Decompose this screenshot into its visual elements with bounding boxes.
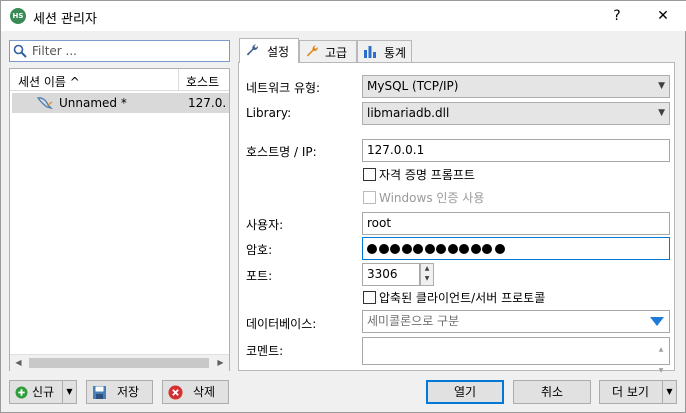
chevron-down-icon: ▼ (658, 108, 665, 118)
save-icon (93, 386, 106, 399)
network-type-select[interactable]: MySQL (TCP/IP) ▼ (362, 75, 670, 98)
chevron-down-icon: ▼ (658, 81, 665, 91)
comment-label: 코멘트: (246, 344, 284, 358)
new-button[interactable]: 신규 ▼ (9, 380, 77, 404)
text-caret (494, 243, 505, 254)
delete-button-label: 삭제 (193, 385, 216, 399)
credential-prompt-checkbox[interactable] (363, 168, 376, 181)
network-type-value: MySQL (TCP/IP) (367, 79, 459, 93)
scroll-right-icon[interactable]: ▶ (212, 355, 229, 371)
app-icon: HS (10, 8, 26, 24)
user-label: 사용자: (246, 218, 284, 232)
password-dot (436, 243, 446, 254)
password-dot (378, 243, 389, 254)
password-dot (470, 243, 481, 254)
stepper-up-icon[interactable]: ▲ (421, 264, 433, 274)
password-dot (482, 243, 492, 254)
scroll-thumb[interactable] (29, 358, 209, 368)
compressed-protocol-checkbox[interactable] (363, 291, 376, 304)
more-button[interactable]: 더 보기 ▼ (599, 380, 677, 404)
databases-placeholder: 세미콜론으로 구분 (367, 314, 460, 328)
port-label: 포트: (246, 269, 273, 283)
port-input[interactable]: 3306 (362, 263, 420, 286)
password-dot (447, 243, 458, 254)
comment-scrollbar[interactable]: ▲ ▼ (654, 339, 668, 381)
cancel-button[interactable]: 취소 (513, 380, 591, 404)
password-input[interactable] (362, 237, 670, 260)
column-divider[interactable] (178, 69, 179, 91)
new-button-label: 신규 (32, 385, 55, 399)
tree-header: 세션 이름 ^ 호스트 (10, 69, 229, 91)
library-value: libmariadb.dll (367, 106, 450, 120)
window-title: 세션 관리자 (33, 12, 97, 27)
port-stepper[interactable]: ▲ ▼ (420, 263, 434, 286)
more-button-label: 더 보기 (612, 385, 649, 399)
tab-statistics-label: 통계 (384, 46, 407, 60)
password-dot (401, 243, 412, 254)
tab-advanced-label: 고급 (325, 46, 348, 60)
databases-input[interactable]: 세미콜론으로 구분 (362, 310, 670, 333)
windows-auth-label: Windows 인증 사용 (379, 191, 485, 205)
scroll-left-icon[interactable]: ◀ (10, 355, 27, 371)
session-tree[interactable]: 세션 이름 ^ 호스트 Unnamed * 127.0. ◀ ▶ (9, 68, 230, 371)
chevron-down-icon[interactable] (650, 317, 664, 326)
stepper-down-icon[interactable]: ▼ (421, 274, 433, 284)
delete-button[interactable]: 삭제 (162, 380, 229, 404)
session-manager-window: HS 세션 관리자 ? ✕ 세션 이름 ^ 호스트 Unnamed * 127.… (0, 0, 686, 413)
password-label: 암호: (246, 243, 273, 257)
plus-circle-icon (15, 386, 28, 399)
password-dot (367, 243, 377, 254)
password-dot (413, 243, 423, 254)
library-select[interactable]: libmariadb.dll ▼ (362, 102, 670, 125)
password-dot (390, 243, 400, 254)
bar-chart-icon (364, 46, 376, 58)
password-dot (424, 243, 435, 254)
compressed-protocol-label: 압축된 클라이언트/서버 프로토콜 (379, 291, 546, 305)
databases-label: 데이터베이스: (246, 317, 317, 331)
tab-statistics[interactable]: 통계 (357, 40, 412, 62)
filter-box (9, 40, 230, 62)
save-button[interactable]: 저장 (86, 380, 153, 404)
delete-icon (168, 385, 183, 400)
session-name: Unnamed * (59, 96, 127, 110)
close-button[interactable]: ✕ (643, 3, 683, 29)
more-dropdown-arrow[interactable]: ▼ (662, 381, 676, 403)
comment-textarea[interactable]: ▲ ▼ (362, 337, 670, 374)
dolphin-icon (36, 97, 54, 110)
save-button-label: 저장 (117, 385, 140, 399)
hostname-label: 호스트명 / IP: (246, 145, 317, 159)
tab-settings[interactable]: 설정 (239, 38, 299, 63)
column-header-host[interactable]: 호스트 (186, 73, 219, 90)
wrench-icon (246, 44, 259, 56)
session-host: 127.0. (188, 96, 227, 110)
network-type-label: 네트워크 유형: (246, 81, 321, 95)
tab-advanced[interactable]: 고급 (299, 40, 357, 62)
wrench-orange-icon (306, 45, 319, 57)
windows-auth-checkbox[interactable] (363, 191, 376, 204)
new-dropdown-arrow[interactable]: ▼ (62, 381, 76, 403)
search-icon (13, 44, 27, 58)
column-header-session-name[interactable]: 세션 이름 ^ (18, 73, 80, 90)
title-bar: HS 세션 관리자 ? ✕ (1, 1, 686, 31)
filter-input[interactable] (30, 43, 220, 59)
tab-settings-label: 설정 (267, 45, 290, 59)
session-row[interactable]: Unnamed * 127.0. (12, 93, 229, 113)
credential-prompt-label: 자격 증명 프롬프트 (379, 168, 475, 182)
horizontal-scrollbar[interactable]: ◀ ▶ (10, 354, 229, 371)
user-input[interactable]: root (362, 212, 670, 235)
help-button[interactable]: ? (597, 3, 637, 29)
library-label: Library: (246, 106, 292, 120)
password-dot (459, 243, 469, 254)
hostname-input[interactable]: 127.0.0.1 (362, 139, 670, 162)
open-button[interactable]: 열기 (426, 380, 504, 404)
